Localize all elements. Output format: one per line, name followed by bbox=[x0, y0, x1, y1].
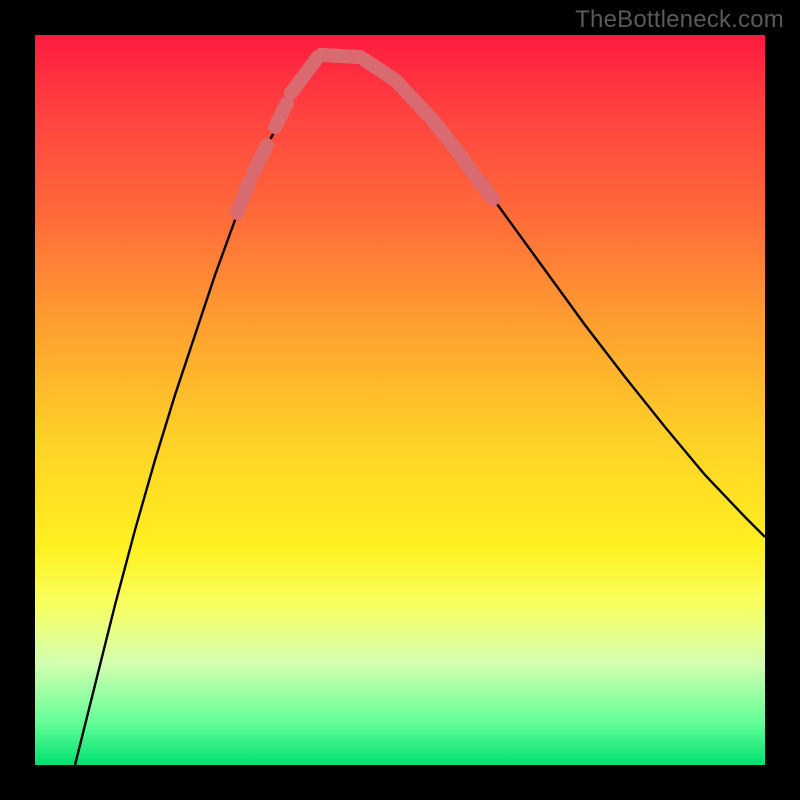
plot-area bbox=[35, 35, 765, 765]
marker-segment bbox=[254, 145, 267, 171]
marker-segment bbox=[237, 180, 250, 213]
bottleneck-curve bbox=[75, 53, 765, 765]
marker-segment bbox=[321, 55, 360, 57]
watermark-text: TheBottleneck.com bbox=[575, 6, 784, 34]
marker-segment bbox=[365, 60, 395, 80]
marker-segment bbox=[476, 177, 493, 199]
marker-segment bbox=[275, 103, 287, 127]
marker-segment bbox=[291, 57, 318, 93]
marker-segment bbox=[458, 152, 473, 173]
marker-segment bbox=[431, 118, 455, 148]
chart-svg bbox=[35, 35, 765, 765]
marker-layer bbox=[237, 55, 493, 213]
curve-layer bbox=[75, 53, 765, 765]
marker-segment bbox=[398, 83, 427, 114]
